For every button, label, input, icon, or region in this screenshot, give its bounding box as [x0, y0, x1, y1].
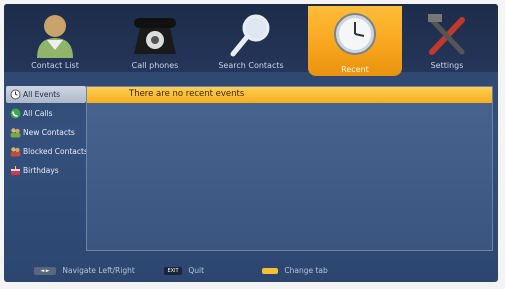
magnifier-icon — [230, 14, 270, 57]
clock-small-icon — [10, 89, 21, 100]
tab-contact-list[interactable]: Contact List — [8, 8, 102, 72]
tab-label: Contact List — [31, 61, 79, 70]
sidebar-item-label: Birthdays — [23, 166, 59, 175]
sidebar-item-birthdays[interactable]: Birthdays — [6, 162, 86, 179]
hint-quit-label: Quit — [188, 266, 205, 275]
sidebar-item-label: All Events — [23, 90, 61, 99]
sidebar-item-label: All Calls — [23, 109, 53, 118]
cake-icon — [11, 166, 20, 175]
sidebar-item-label: New Contacts — [23, 128, 75, 137]
yellow-key-icon — [262, 268, 278, 274]
tab-settings[interactable]: Settings — [400, 8, 494, 72]
people-icon — [10, 128, 21, 138]
tab-label: Call phones — [131, 61, 179, 70]
empty-state-message: There are no recent events — [129, 89, 245, 99]
telephone-icon — [134, 18, 176, 54]
tab-search-contacts[interactable]: Search Contacts — [204, 8, 298, 72]
sidebar-item-new-contacts[interactable]: New Contacts — [6, 124, 86, 141]
sidebar: All Events All Calls New Contacts Blocke… — [6, 86, 88, 246]
events-list-pane: There are no recent events — [86, 86, 493, 251]
tab-bar: Contact List Call phones Search Contacts — [4, 4, 498, 76]
left-right-arrow-keys-icon: ◄ ► — [34, 267, 56, 275]
contact-person-icon — [37, 15, 73, 58]
tab-label: Settings — [430, 61, 464, 70]
sidebar-item-label: Blocked Contacts — [23, 147, 88, 156]
blocked-people-icon — [10, 147, 21, 157]
tab-label: Search Contacts — [218, 61, 284, 70]
hint-change-tab-label: Change tab — [284, 266, 328, 275]
tv-screen: Contact List Call phones Search Contacts — [4, 4, 498, 282]
clock-icon — [334, 13, 376, 55]
tab-label: Recent — [341, 65, 369, 74]
tab-call-phones[interactable]: Call phones — [108, 8, 202, 72]
sidebar-item-all-calls[interactable]: All Calls — [6, 105, 86, 122]
tab-recent[interactable]: Recent — [308, 6, 402, 76]
hint-quit: EXIT Quit — [164, 265, 204, 277]
tools-icon — [428, 14, 465, 55]
sidebar-item-blocked-contacts[interactable]: Blocked Contacts — [6, 143, 88, 160]
hint-navigate: ◄ ► Navigate Left/Right — [34, 265, 135, 277]
exit-key-icon: EXIT — [164, 267, 182, 275]
sidebar-item-all-events[interactable]: All Events — [6, 86, 86, 103]
hint-navigate-label: Navigate Left/Right — [62, 266, 135, 275]
hint-change-tab: Change tab — [262, 265, 328, 277]
phone-green-icon — [10, 108, 21, 119]
empty-state-row: There are no recent events — [87, 87, 492, 103]
footer-hints: ◄ ► Navigate Left/Right EXIT Quit Change… — [4, 262, 498, 282]
